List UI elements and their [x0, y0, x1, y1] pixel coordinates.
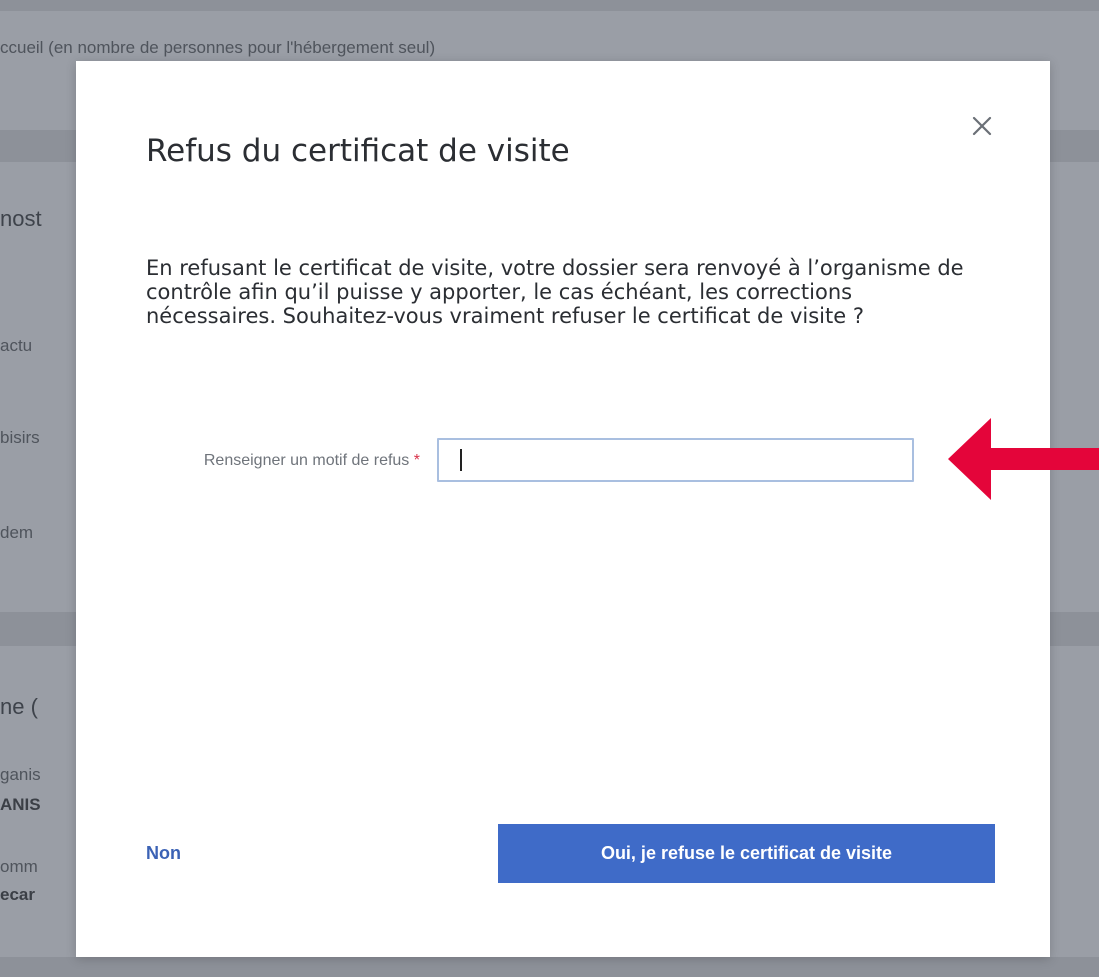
background-heading: ne (	[0, 694, 38, 719]
refusal-reason-input[interactable]	[437, 438, 914, 482]
dialog-message: En refusant le certificat de visite, vot…	[146, 256, 964, 328]
background-band	[0, 0, 1099, 11]
arrow-left-icon	[948, 418, 1099, 500]
background-label: ccueil (en nombre de personnes pour l'hé…	[0, 38, 436, 57]
refusal-reason-label-text: Renseigner un motif de refus	[203, 452, 410, 469]
background-label: dem	[0, 523, 34, 542]
background-label: actu	[0, 336, 33, 355]
background-band	[0, 957, 1099, 977]
required-marker: *	[413, 452, 420, 469]
confirm-refusal-button[interactable]: Oui, je refuse le certificat de visite	[498, 824, 995, 883]
text-caret	[460, 449, 462, 471]
dialog-title: Refus du certificat de visite	[146, 133, 570, 169]
background-value: ANIS	[0, 795, 41, 814]
background-label: omm	[0, 857, 38, 876]
close-button[interactable]	[969, 113, 995, 139]
close-icon	[972, 116, 992, 136]
refusal-dialog: Refus du certificat de visite En refusan…	[76, 61, 1050, 957]
refusal-reason-label: Renseigner un motif de refus *	[146, 450, 420, 472]
background-label: bisirs	[0, 428, 40, 447]
cancel-button[interactable]: Non	[146, 843, 181, 864]
background-heading: nost	[0, 206, 42, 231]
background-label: ganis	[0, 765, 41, 784]
background-value: ecar	[0, 885, 35, 904]
